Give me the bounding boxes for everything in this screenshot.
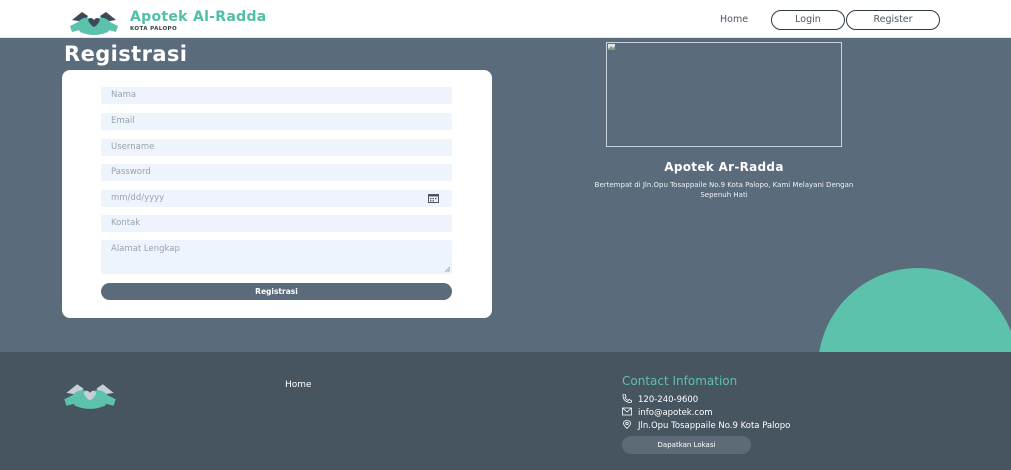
nama-field[interactable]: Nama: [101, 87, 452, 104]
contact-phone: 120-240-9600: [622, 394, 698, 405]
footer-hands-heart-logo-icon: [64, 384, 116, 409]
page-title: Registrasi: [64, 42, 188, 66]
phone-icon: [622, 394, 632, 403]
brand-subtitle: KOTA PALOPO: [130, 26, 178, 32]
email-field[interactable]: Email: [101, 113, 452, 130]
brand-name[interactable]: Apotek Al-Radda: [130, 9, 267, 25]
contact-title: Contact Infomation: [622, 374, 738, 388]
site-header: Apotek Al-Radda KOTA PALOPO Home Login R…: [0, 0, 1011, 38]
password-field[interactable]: Password: [101, 164, 452, 181]
mail-icon: [622, 407, 632, 416]
contact-address-text: Jln.Opu Tosappaile No.9 Kota Palopo: [638, 421, 791, 431]
side-description: Bertempat di Jln.Opu Tosappaile No.9 Kot…: [594, 181, 854, 199]
contact-phone-text: 120-240-9600: [638, 395, 699, 405]
footer-home-link[interactable]: Home: [285, 380, 312, 390]
dapatkan-lokasi-button[interactable]: Dapatkan Lokasi: [622, 436, 751, 454]
contact-email: info@apotek.com: [622, 407, 713, 418]
site-footer: Home Contact Infomation 120-240-9600 inf…: [0, 352, 1011, 470]
broken-image-icon: [608, 44, 615, 50]
username-field[interactable]: Username: [101, 139, 452, 156]
side-title: Apotek Ar-Radda: [664, 160, 784, 174]
contact-address: Jln.Opu Tosappaile No.9 Kota Palopo: [622, 420, 790, 431]
alamat-textarea[interactable]: Alamat Lengkap: [101, 240, 452, 274]
kontak-field[interactable]: Kontak: [101, 215, 452, 232]
nav-login-button[interactable]: Login: [771, 10, 845, 30]
contact-email-text: info@apotek.com: [638, 408, 713, 418]
hands-heart-logo-icon[interactable]: [68, 8, 120, 36]
broken-image-placeholder: [606, 42, 842, 147]
registrasi-submit-button[interactable]: Registrasi: [101, 283, 452, 300]
date-field[interactable]: mm/dd/yyyy: [101, 190, 452, 207]
location-pin-icon: [623, 420, 631, 429]
nav-home-link[interactable]: Home: [720, 14, 748, 25]
nav-register-button[interactable]: Register: [846, 10, 940, 30]
resize-grip-icon[interactable]: [444, 266, 450, 272]
calendar-icon[interactable]: [428, 194, 439, 203]
alamat-placeholder: Alamat Lengkap: [111, 244, 180, 254]
